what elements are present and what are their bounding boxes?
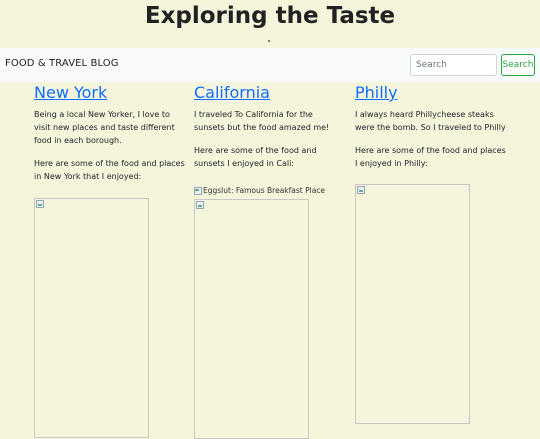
column-new-york: New York Being a local New Yorker, I lov… [34, 82, 186, 183]
search-input[interactable] [410, 54, 497, 76]
new-york-image [34, 198, 149, 438]
eggslut-image-alt: Eggslut: Famous Breakfast Place [194, 186, 325, 195]
philly-link[interactable]: Philly [355, 83, 398, 102]
california-link[interactable]: California [194, 83, 270, 102]
california-image [194, 199, 309, 439]
column-philly: Philly I always heard Phillycheese steak… [355, 82, 507, 170]
column-subtext: Here are some of the food and places I e… [355, 146, 506, 168]
broken-image-icon [196, 201, 204, 209]
column-heading: California [194, 82, 346, 104]
broken-image-icon [357, 186, 365, 194]
image-alt-text: Eggslut: Famous Breakfast Place [203, 186, 326, 195]
column-intro: Being a local New Yorker, I love to visi… [34, 110, 175, 145]
separator-dot [268, 40, 270, 42]
column-heading: New York [34, 82, 186, 104]
philly-image [355, 184, 470, 424]
column-subtext: Here are some of the food and sunsets I … [194, 146, 317, 168]
column-intro: I traveled To California for the sunsets… [194, 110, 330, 132]
brand-link[interactable]: FOOD & TRAVEL BLOG [5, 58, 119, 69]
column-subtext: Here are some of the food and places in … [34, 159, 185, 181]
search-button[interactable]: Search [501, 54, 535, 76]
broken-image-icon [36, 200, 44, 208]
broken-image-icon [194, 187, 202, 195]
navbar: FOOD & TRAVEL BLOG Search [0, 48, 540, 82]
site-title: Exploring the Taste [144, 3, 396, 29]
new-york-link[interactable]: New York [34, 83, 107, 102]
column-california: California I traveled To California for … [194, 82, 346, 170]
column-intro: I always heard Phillycheese steaks were … [355, 110, 506, 132]
column-heading: Philly [355, 82, 507, 104]
